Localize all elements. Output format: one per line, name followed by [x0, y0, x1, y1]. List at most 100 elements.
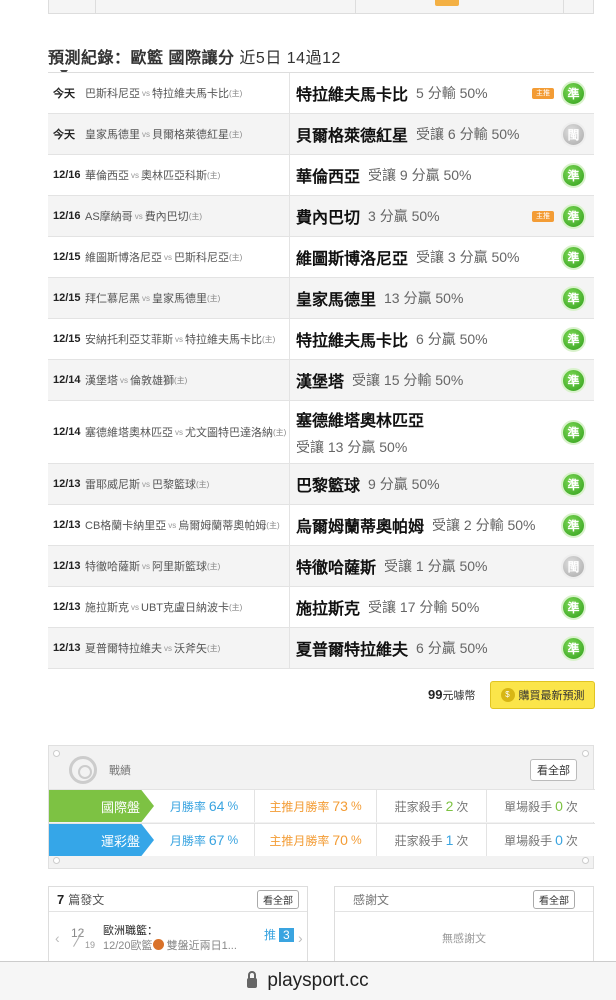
- main-pick-win-rate: 主推月勝率 70%: [254, 824, 376, 856]
- result-badge: 閩: [561, 553, 586, 579]
- prediction-row: 12/15 安納托利亞艾菲斯 vs 特拉維夫馬卡比 (主) 特拉維夫馬卡比 6 分贏 50%…: [48, 319, 594, 360]
- prediction-pick: 貝爾格萊德紅星 受讓 6 分輸 50%: [296, 126, 520, 145]
- banker-killer: 莊家殺手 1 次: [376, 824, 486, 856]
- previous-table-stub: [48, 0, 594, 14]
- posts-header: 7 篇發文 看全部: [49, 887, 307, 912]
- match-teams[interactable]: 夏普爾特拉維夫 vs 沃斧矢 (主): [82, 628, 290, 668]
- result-badge: 準: [561, 80, 586, 106]
- buy-latest-prediction-button[interactable]: $ 購買最新預測: [490, 681, 595, 709]
- record-label: 戰績: [109, 765, 131, 777]
- match-teams[interactable]: AS摩納哥 vs 費內巴切 (主): [82, 196, 290, 236]
- url-text: playsport.cc: [267, 970, 369, 991]
- record-row-label: 運彩盤: [49, 824, 154, 856]
- match-teams[interactable]: 維圖斯博洛尼亞 vs 巴斯科尼亞 (主): [82, 237, 290, 277]
- match-teams[interactable]: 施拉斯克 vs UBT克盧日納波卡 (主): [82, 587, 290, 627]
- pin-icon: [582, 857, 589, 864]
- prediction-row: 12/14 漢堡塔 vs 倫敦雄獅 (主) 漢堡塔 受讓 15 分輸 50% 準: [48, 360, 594, 401]
- result-badge: 準: [561, 635, 586, 661]
- month-win-rate: 月勝率 64%: [169, 798, 239, 814]
- match-teams[interactable]: 漢堡塔 vs 倫敦雄獅 (主): [82, 360, 290, 400]
- prediction-date: 12/14: [53, 374, 81, 386]
- prediction-row: 12/13 雷耶威尼斯 vs 巴黎籃球 (主) 巴黎籃球 9 分贏 50% 準: [48, 464, 594, 505]
- prediction-row: 12/15 維圖斯博洛尼亞 vs 巴斯科尼亞 (主) 維圖斯博洛尼亞 受讓 3 分贏 50%…: [48, 237, 594, 278]
- record-view-all-button[interactable]: 看全部: [530, 759, 577, 781]
- prediction-pick: 特拉維夫馬卡比 6 分贏 50%: [296, 331, 488, 350]
- match-teams[interactable]: 安納托利亞艾菲斯 vs 特拉維夫馬卡比 (主): [82, 319, 290, 359]
- match-teams[interactable]: 雷耶威尼斯 vs 巴黎籃球 (主): [82, 464, 290, 504]
- prediction-date: 12/16: [53, 210, 81, 222]
- pin-icon: [53, 857, 60, 864]
- prediction-date: 12/15: [53, 333, 81, 345]
- prediction-date: 12/14: [53, 426, 81, 438]
- match-teams[interactable]: 塞德維塔奧林匹亞 vs 尤文圖特巴達洛納 (主): [82, 401, 290, 463]
- main-pick-win-rate: 主推月勝率 73%: [254, 790, 376, 822]
- post-item[interactable]: ‹ 12 19 歐洲職籃： 12/20歐籃 雙盤近兩日1... 推3 ›: [49, 912, 307, 962]
- price-label: 99元噱幣: [428, 687, 476, 702]
- prediction-pick: 華倫西亞 受讓 9 分贏 50%: [296, 167, 472, 186]
- main-pick-flag-icon: 主推: [532, 87, 554, 99]
- prediction-pick: 特徹哈薩斯 受讓 1 分贏 50%: [296, 558, 488, 577]
- match-teams[interactable]: 特徹哈薩斯 vs 阿里斯籃球 (主): [82, 546, 290, 586]
- result-badge: 準: [561, 326, 586, 352]
- prediction-date: 今天: [53, 129, 75, 141]
- chevron-left-icon[interactable]: ‹: [55, 930, 60, 946]
- single-killer: 單場殺手 0 次: [486, 824, 595, 856]
- match-teams[interactable]: 巴斯科尼亞 vs 特拉維夫馬卡比 (主): [82, 73, 290, 113]
- chevron-right-icon[interactable]: ›: [298, 930, 303, 946]
- pin-icon: [582, 750, 589, 757]
- thanks-empty: 無感謝文: [442, 933, 486, 945]
- result-badge: 準: [561, 419, 586, 445]
- prediction-date: 12/13: [53, 642, 81, 654]
- record-row-lottery: 運彩盤 月勝率 67% 主推月勝率 70% 莊家殺手 1 次 單場殺手 0 次: [49, 823, 595, 856]
- prediction-row: 12/16 華倫西亞 vs 奧林匹亞科斯 (主) 華倫西亞 受讓 9 分贏 50% 準: [48, 155, 594, 196]
- match-teams[interactable]: 拜仁慕尼黑 vs 皇家馬德里 (主): [82, 278, 290, 318]
- record-row-label: 國際盤: [49, 790, 154, 822]
- banker-killer: 莊家殺手 2 次: [376, 790, 486, 822]
- prediction-row: 12/14 塞德維塔奧林匹亞 vs 尤文圖特巴達洛納 (主) 塞德維塔奧林匹亞 受讓 13 …: [48, 401, 594, 464]
- prediction-pick: 施拉斯克 受讓 17 分輸 50%: [296, 599, 480, 618]
- prediction-row: 今天 皇家馬德里 vs 貝爾格萊德紅星 (主) 貝爾格萊德紅星 受讓 6 分輸 50% 閩: [48, 114, 594, 155]
- prediction-row: 12/16 AS摩納哥 vs 費內巴切 (主) 費內巴切 3 分贏 50% 主推準: [48, 196, 594, 237]
- prediction-row: 12/13 夏普爾特拉維夫 vs 沃斧矢 (主) 夏普爾特拉維夫 6 分贏 50% 準: [48, 628, 594, 669]
- prediction-date: 12/13: [53, 478, 81, 490]
- thanks-header: 感謝文 看全部: [335, 887, 593, 912]
- prediction-pick: 巴黎籃球 9 分贏 50%: [296, 476, 440, 495]
- month-win-rate: 月勝率 67%: [169, 832, 239, 848]
- lock-icon: [247, 971, 258, 988]
- prediction-date: 12/15: [53, 251, 81, 263]
- single-killer: 單場殺手 0 次: [486, 790, 595, 822]
- prediction-row: 12/13 施拉斯克 vs UBT克盧日納波卡 (主) 施拉斯克 受讓 17 分輸 50% 準: [48, 587, 594, 628]
- thanks-view-all-button[interactable]: 看全部: [533, 889, 575, 909]
- prediction-record-title: 預測紀錄：歐籃 國際讓分 近5日 14過12: [48, 50, 341, 67]
- prediction-pick: 漢堡塔 受讓 15 分輸 50%: [296, 372, 464, 391]
- post-title: 歐洲職籃：: [103, 925, 158, 937]
- basketball-icon: [152, 939, 164, 950]
- result-badge: 準: [561, 203, 586, 229]
- result-badge: 準: [561, 471, 586, 497]
- result-badge: 準: [561, 512, 586, 538]
- prediction-date: 12/15: [53, 292, 81, 304]
- prediction-date: 12/13: [53, 519, 81, 531]
- match-teams[interactable]: 華倫西亞 vs 奧林匹亞科斯 (主): [82, 155, 290, 195]
- match-teams[interactable]: 皇家馬德里 vs 貝爾格萊德紅星 (主): [82, 114, 290, 154]
- thanks-panel: 感謝文 看全部 無感謝文: [334, 886, 594, 966]
- recommend-count: 推3: [264, 926, 294, 943]
- pin-icon: [53, 750, 60, 757]
- prediction-row: 12/13 CB格蘭卡納里亞 vs 烏爾姆蘭蒂奧帕姆 (主) 烏爾姆蘭蒂奧帕姆 受讓 2 分…: [48, 505, 594, 546]
- result-badge: 準: [561, 244, 586, 270]
- match-teams[interactable]: CB格蘭卡納里亞 vs 烏爾姆蘭蒂奧帕姆 (主): [82, 505, 290, 545]
- prediction-pick: 維圖斯博洛尼亞 受讓 3 分贏 50%: [296, 249, 520, 268]
- posts-view-all-button[interactable]: 看全部: [257, 889, 299, 909]
- prediction-pick: 塞德維塔奧林匹亞 受讓 13 分贏 50%: [296, 413, 425, 455]
- target-icon: [69, 756, 97, 784]
- post-subtitle: 12/20歐籃 雙盤近兩日1...: [103, 939, 237, 952]
- browser-url-bar[interactable]: playsport.cc: [0, 961, 616, 1000]
- prediction-date: 12/13: [53, 601, 81, 613]
- prediction-date: 12/16: [53, 169, 81, 181]
- result-badge: 閩: [561, 121, 586, 147]
- posts-panel: 7 篇發文 看全部 ‹ 12 19 歐洲職籃： 12/20歐籃 雙盤近兩日1...…: [48, 886, 308, 966]
- result-badge: 準: [561, 285, 586, 311]
- prediction-row: 12/13 特徹哈薩斯 vs 阿里斯籃球 (主) 特徹哈薩斯 受讓 1 分贏 50% 閩: [48, 546, 594, 587]
- result-badge: 準: [561, 162, 586, 188]
- prediction-pick: 夏普爾特拉維夫 6 分贏 50%: [296, 640, 488, 659]
